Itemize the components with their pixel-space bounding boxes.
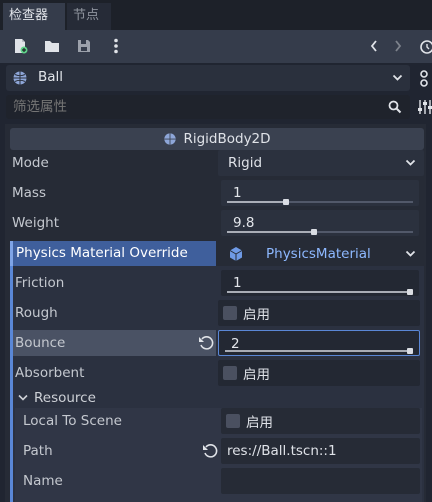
friction-label: Friction xyxy=(15,275,65,291)
revert-icon[interactable] xyxy=(198,335,214,351)
chevron-left-icon[interactable] xyxy=(364,36,384,56)
material-override-label: Physics Material Override xyxy=(10,241,216,266)
open-folder-icon[interactable] xyxy=(42,36,62,56)
local-to-scene-checkbox[interactable]: 启用 xyxy=(221,408,420,434)
friction-value: 1 xyxy=(233,275,242,291)
friction-slider[interactable]: 1 xyxy=(221,270,419,296)
path-field[interactable]: res://Ball.tscn::1 xyxy=(221,438,420,464)
search-icon xyxy=(388,100,402,114)
weight-track xyxy=(227,229,413,235)
path-label: Path xyxy=(23,443,53,459)
more-vertical-icon[interactable] xyxy=(106,36,126,56)
bounce-track xyxy=(225,348,413,354)
absorbent-label: Absorbent xyxy=(15,365,85,381)
new-resource-icon[interactable] xyxy=(10,36,30,56)
mass-label: Mass xyxy=(12,185,46,201)
name-field[interactable] xyxy=(221,468,420,494)
mass-slider[interactable]: 1 xyxy=(221,180,419,206)
chevron-down-icon xyxy=(405,250,416,257)
history-icon[interactable] xyxy=(418,38,432,56)
property-filter[interactable] xyxy=(6,95,410,119)
checkbox-icon xyxy=(223,366,237,380)
mode-label: Mode xyxy=(12,155,49,171)
section-header: RigidBody2D xyxy=(10,128,424,150)
object-selector[interactable]: Ball xyxy=(6,65,410,91)
object-name: Ball xyxy=(38,69,64,85)
absorbent-checkbox[interactable]: 启用 xyxy=(218,360,420,386)
checkbox-icon xyxy=(226,414,240,428)
save-icon[interactable] xyxy=(74,36,94,56)
chevron-down-icon xyxy=(405,159,416,166)
resource-group-header[interactable]: Resource xyxy=(18,388,418,408)
globe-icon xyxy=(163,132,177,146)
friction-track xyxy=(227,289,413,295)
tab-node[interactable]: 节点 xyxy=(67,3,111,30)
revert-icon[interactable] xyxy=(202,443,218,459)
chevron-down-icon xyxy=(392,74,403,82)
chevron-right-icon[interactable] xyxy=(388,36,408,56)
mode-select[interactable]: Rigid xyxy=(218,150,424,176)
section-title: RigidBody2D xyxy=(183,131,271,147)
cube-icon xyxy=(229,246,243,261)
weight-slider[interactable]: 9.8 xyxy=(221,210,419,236)
mass-value: 1 xyxy=(233,185,242,201)
rough-checkbox[interactable]: 启用 xyxy=(218,300,420,326)
weight-label: Weight xyxy=(12,215,60,231)
bounce-label: Bounce xyxy=(15,335,66,351)
local-to-scene-check-label: 启用 xyxy=(246,415,273,431)
weight-value: 9.8 xyxy=(233,215,255,231)
absorbent-check-label: 启用 xyxy=(243,367,270,383)
globe-icon xyxy=(12,70,28,86)
filter-input[interactable] xyxy=(6,95,381,119)
tools-icon[interactable] xyxy=(417,99,432,115)
resource-title: Resource xyxy=(34,390,96,406)
tab-inspector[interactable]: 检查器 xyxy=(3,3,65,30)
rough-check-label: 启用 xyxy=(243,307,270,323)
mode-value: Rigid xyxy=(228,155,263,171)
inspector-toolbar xyxy=(0,30,432,63)
name-label: Name xyxy=(23,473,63,489)
material-override-value: PhysicsMaterial xyxy=(266,245,371,262)
mass-track xyxy=(227,199,413,205)
local-to-scene-label: Local To Scene xyxy=(23,413,122,429)
checkbox-icon xyxy=(223,306,237,320)
material-override-select[interactable]: PhysicsMaterial xyxy=(218,241,424,266)
chevron-down-icon xyxy=(18,394,28,401)
bounce-slider[interactable]: 2 xyxy=(218,330,420,356)
rough-label: Rough xyxy=(15,305,58,321)
object-properties-icon[interactable] xyxy=(416,68,432,88)
